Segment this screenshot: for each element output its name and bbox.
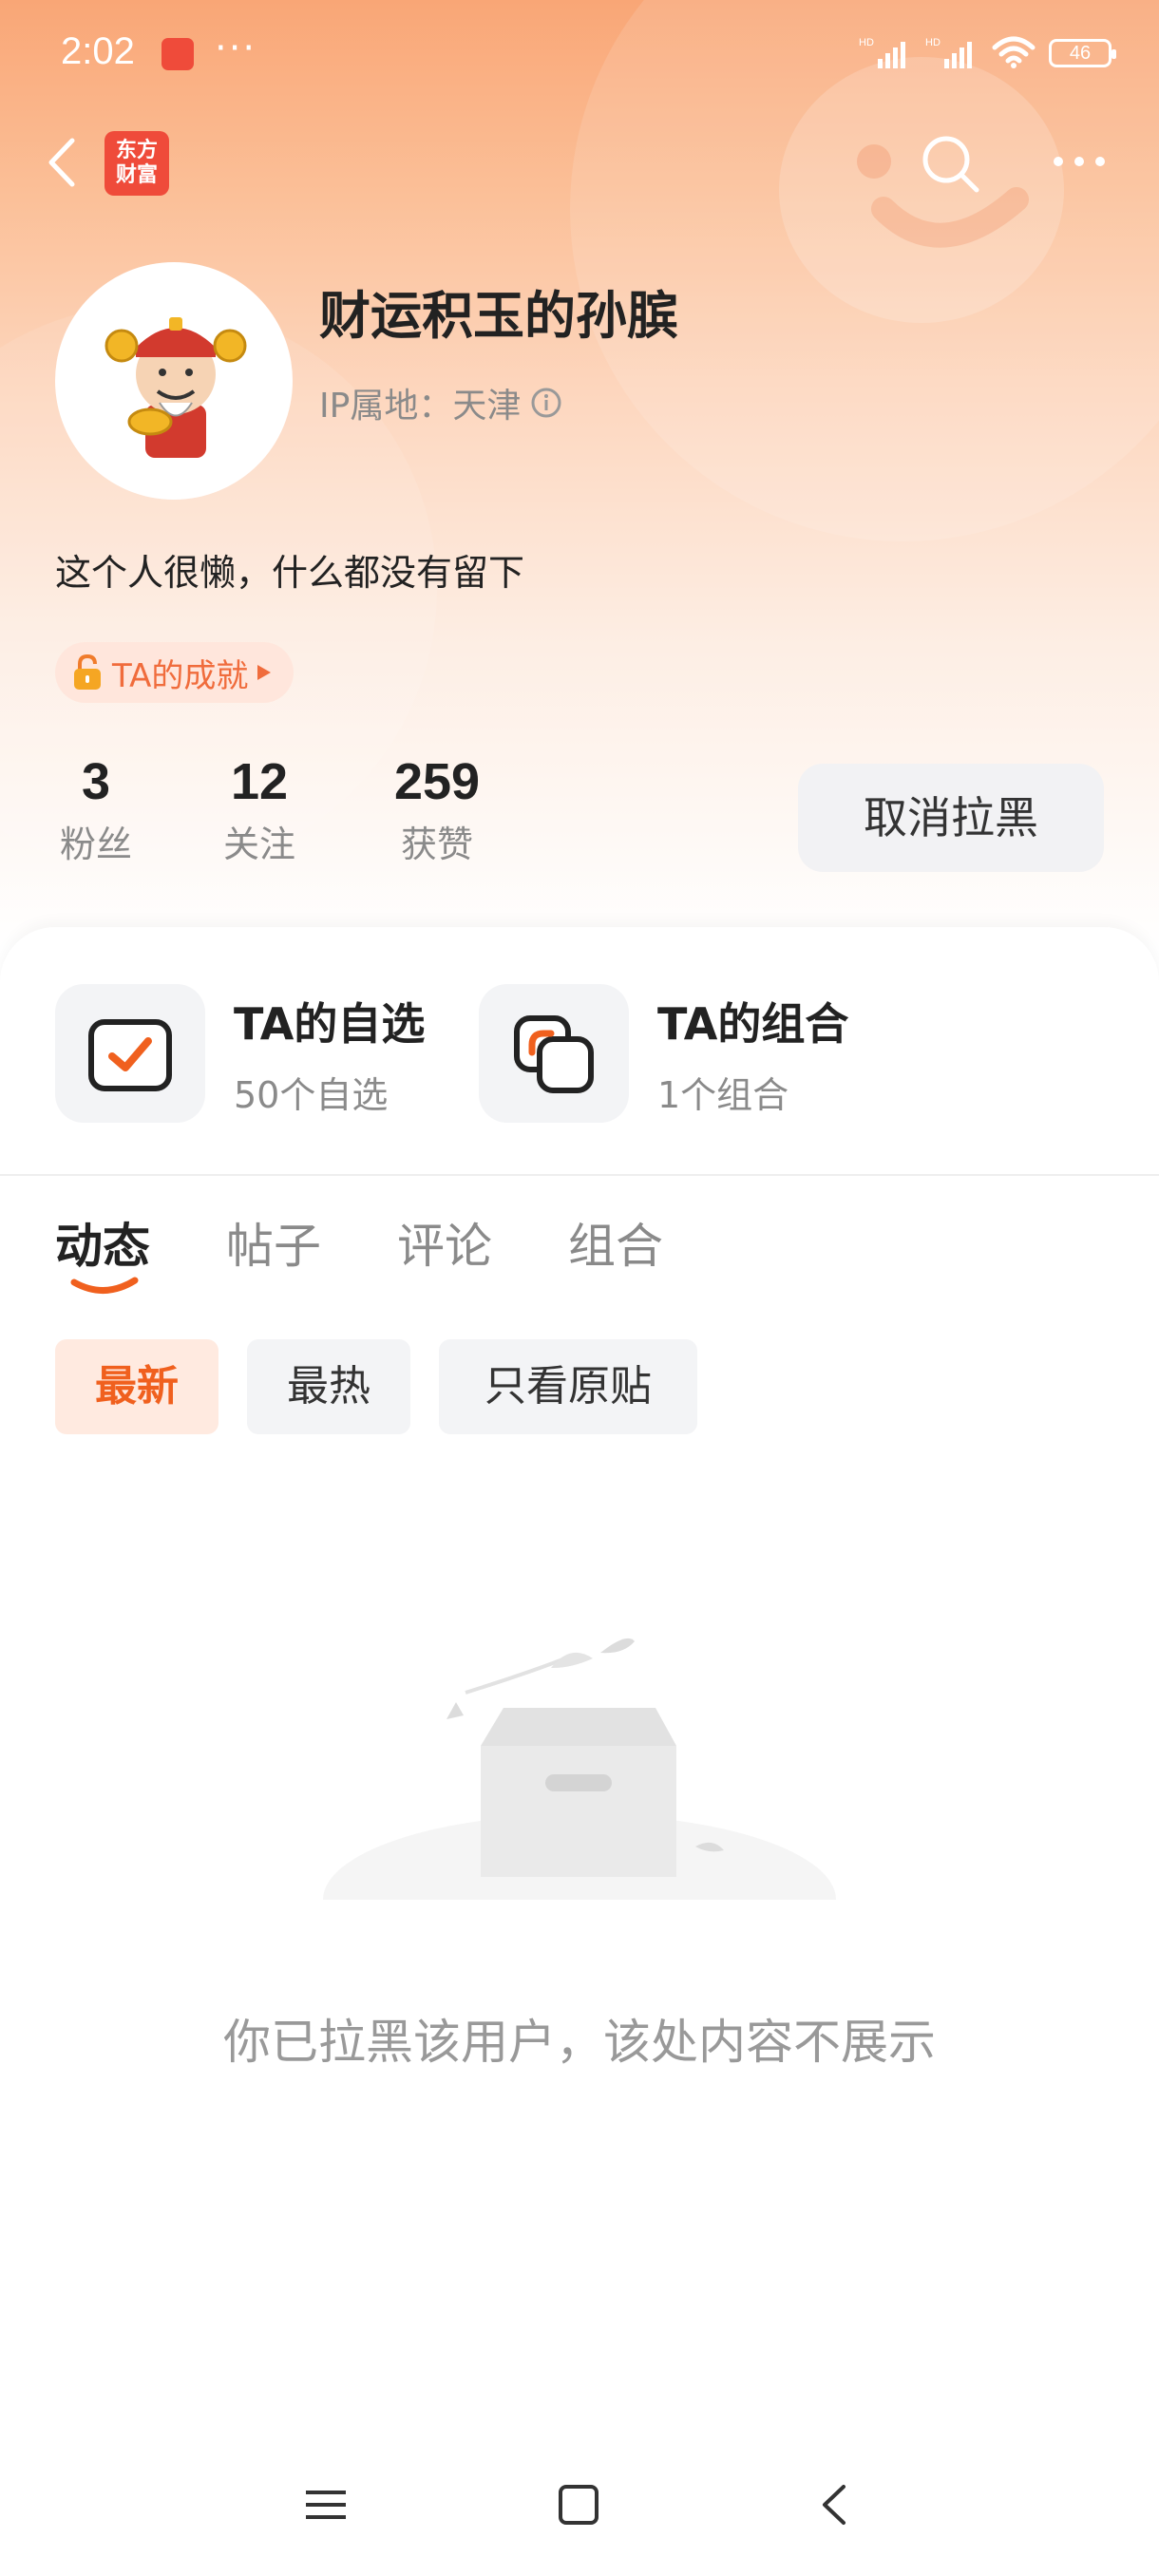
watchlist-text: TA的自选 50个自选: [234, 990, 425, 1118]
portfolio-tile: [479, 984, 629, 1123]
tab-dynamics[interactable]: 动态: [55, 1208, 150, 1277]
ip-location-text: IP属地：天津: [319, 387, 522, 426]
watchlist-tile: [55, 984, 205, 1123]
status-time: 2:02: [61, 30, 135, 72]
signal-icon: HD: [859, 37, 905, 68]
achievement-label: TA的成就: [112, 656, 249, 695]
filter-latest[interactable]: 最新: [55, 1339, 218, 1434]
stat-value: 259: [393, 753, 481, 810]
wifi-icon: [992, 36, 1036, 68]
status-bar: 2:02 ··· HD HD 46: [0, 0, 1159, 112]
portfolio-title: TA的组合: [657, 997, 849, 1050]
back-icon[interactable]: [38, 133, 91, 192]
tab-comments[interactable]: 评论: [397, 1208, 492, 1277]
more-icon[interactable]: [1049, 141, 1110, 182]
stat-likes[interactable]: 259 获赞: [380, 752, 494, 867]
portfolio-entry[interactable]: TA的组合 1个组合: [479, 984, 848, 1123]
stat-value: 3: [81, 753, 111, 810]
tab-active-indicator: [70, 1277, 139, 1294]
watchlist-count: 50个自选: [234, 1073, 389, 1116]
menu-icon[interactable]: [304, 2483, 348, 2527]
brand-logo-line: 财富: [115, 163, 158, 187]
stat-followers[interactable]: 3 粉丝: [55, 752, 137, 867]
filter-original-only[interactable]: 只看原贴: [439, 1339, 697, 1434]
watchlist-title: TA的自选: [234, 997, 426, 1050]
brand-logo-line: 东方: [115, 139, 158, 162]
caishen-avatar-icon: [104, 317, 247, 458]
back-nav-icon[interactable]: [813, 2483, 857, 2527]
tab-posts[interactable]: 帖子: [226, 1208, 321, 1277]
watchlist-entry[interactable]: TA的自选 50个自选: [55, 984, 425, 1123]
search-icon[interactable]: [918, 131, 984, 198]
bio: 这个人很懒，什么都没有留下: [55, 552, 525, 594]
battery-icon: 46: [1049, 39, 1116, 67]
checkbox-icon: [88, 1019, 172, 1091]
notification-app-icon: [162, 38, 194, 70]
brand-logo: 东方 财富: [104, 131, 169, 196]
portfolio-count: 1个组合: [657, 1073, 789, 1116]
status-right-group: HD HD 46: [859, 36, 1116, 70]
unblock-button[interactable]: 取消拉黑: [798, 764, 1104, 872]
stats-row: 3 粉丝 12 关注 259 获赞: [55, 752, 494, 867]
home-icon[interactable]: [557, 2483, 600, 2527]
filter-hot[interactable]: 最热: [247, 1339, 410, 1434]
stat-value: 12: [230, 753, 289, 810]
triangle-right-icon: [257, 665, 272, 680]
tab-portfolio[interactable]: 组合: [568, 1208, 663, 1277]
username: 财运积玉的孙膑: [319, 286, 678, 346]
divider: [0, 1174, 1159, 1176]
status-more-dots: ···: [215, 27, 257, 70]
signal-hd-label: HD: [859, 37, 874, 48]
signal-hd-label: HD: [925, 37, 940, 48]
achievement-badge[interactable]: TA的成就: [55, 642, 294, 703]
avatar[interactable]: [55, 262, 293, 500]
stat-label: 获赞: [400, 824, 473, 865]
lock-icon: [74, 653, 101, 690]
info-icon[interactable]: [530, 387, 562, 419]
stat-following[interactable]: 12 关注: [218, 752, 300, 867]
empty-state-message: 你已拉黑该用户，该处内容不展示: [223, 2015, 936, 2070]
portfolio-icon: [514, 1015, 594, 1093]
stat-label: 粉丝: [59, 824, 132, 865]
empty-box-illustration: [314, 1638, 846, 1938]
portfolio-text: TA的组合 1个组合: [657, 990, 848, 1118]
ip-location: IP属地：天津: [319, 378, 562, 427]
signal-icon: HD: [925, 37, 972, 68]
stat-label: 关注: [222, 824, 295, 865]
system-nav-bar: [0, 2451, 1159, 2576]
